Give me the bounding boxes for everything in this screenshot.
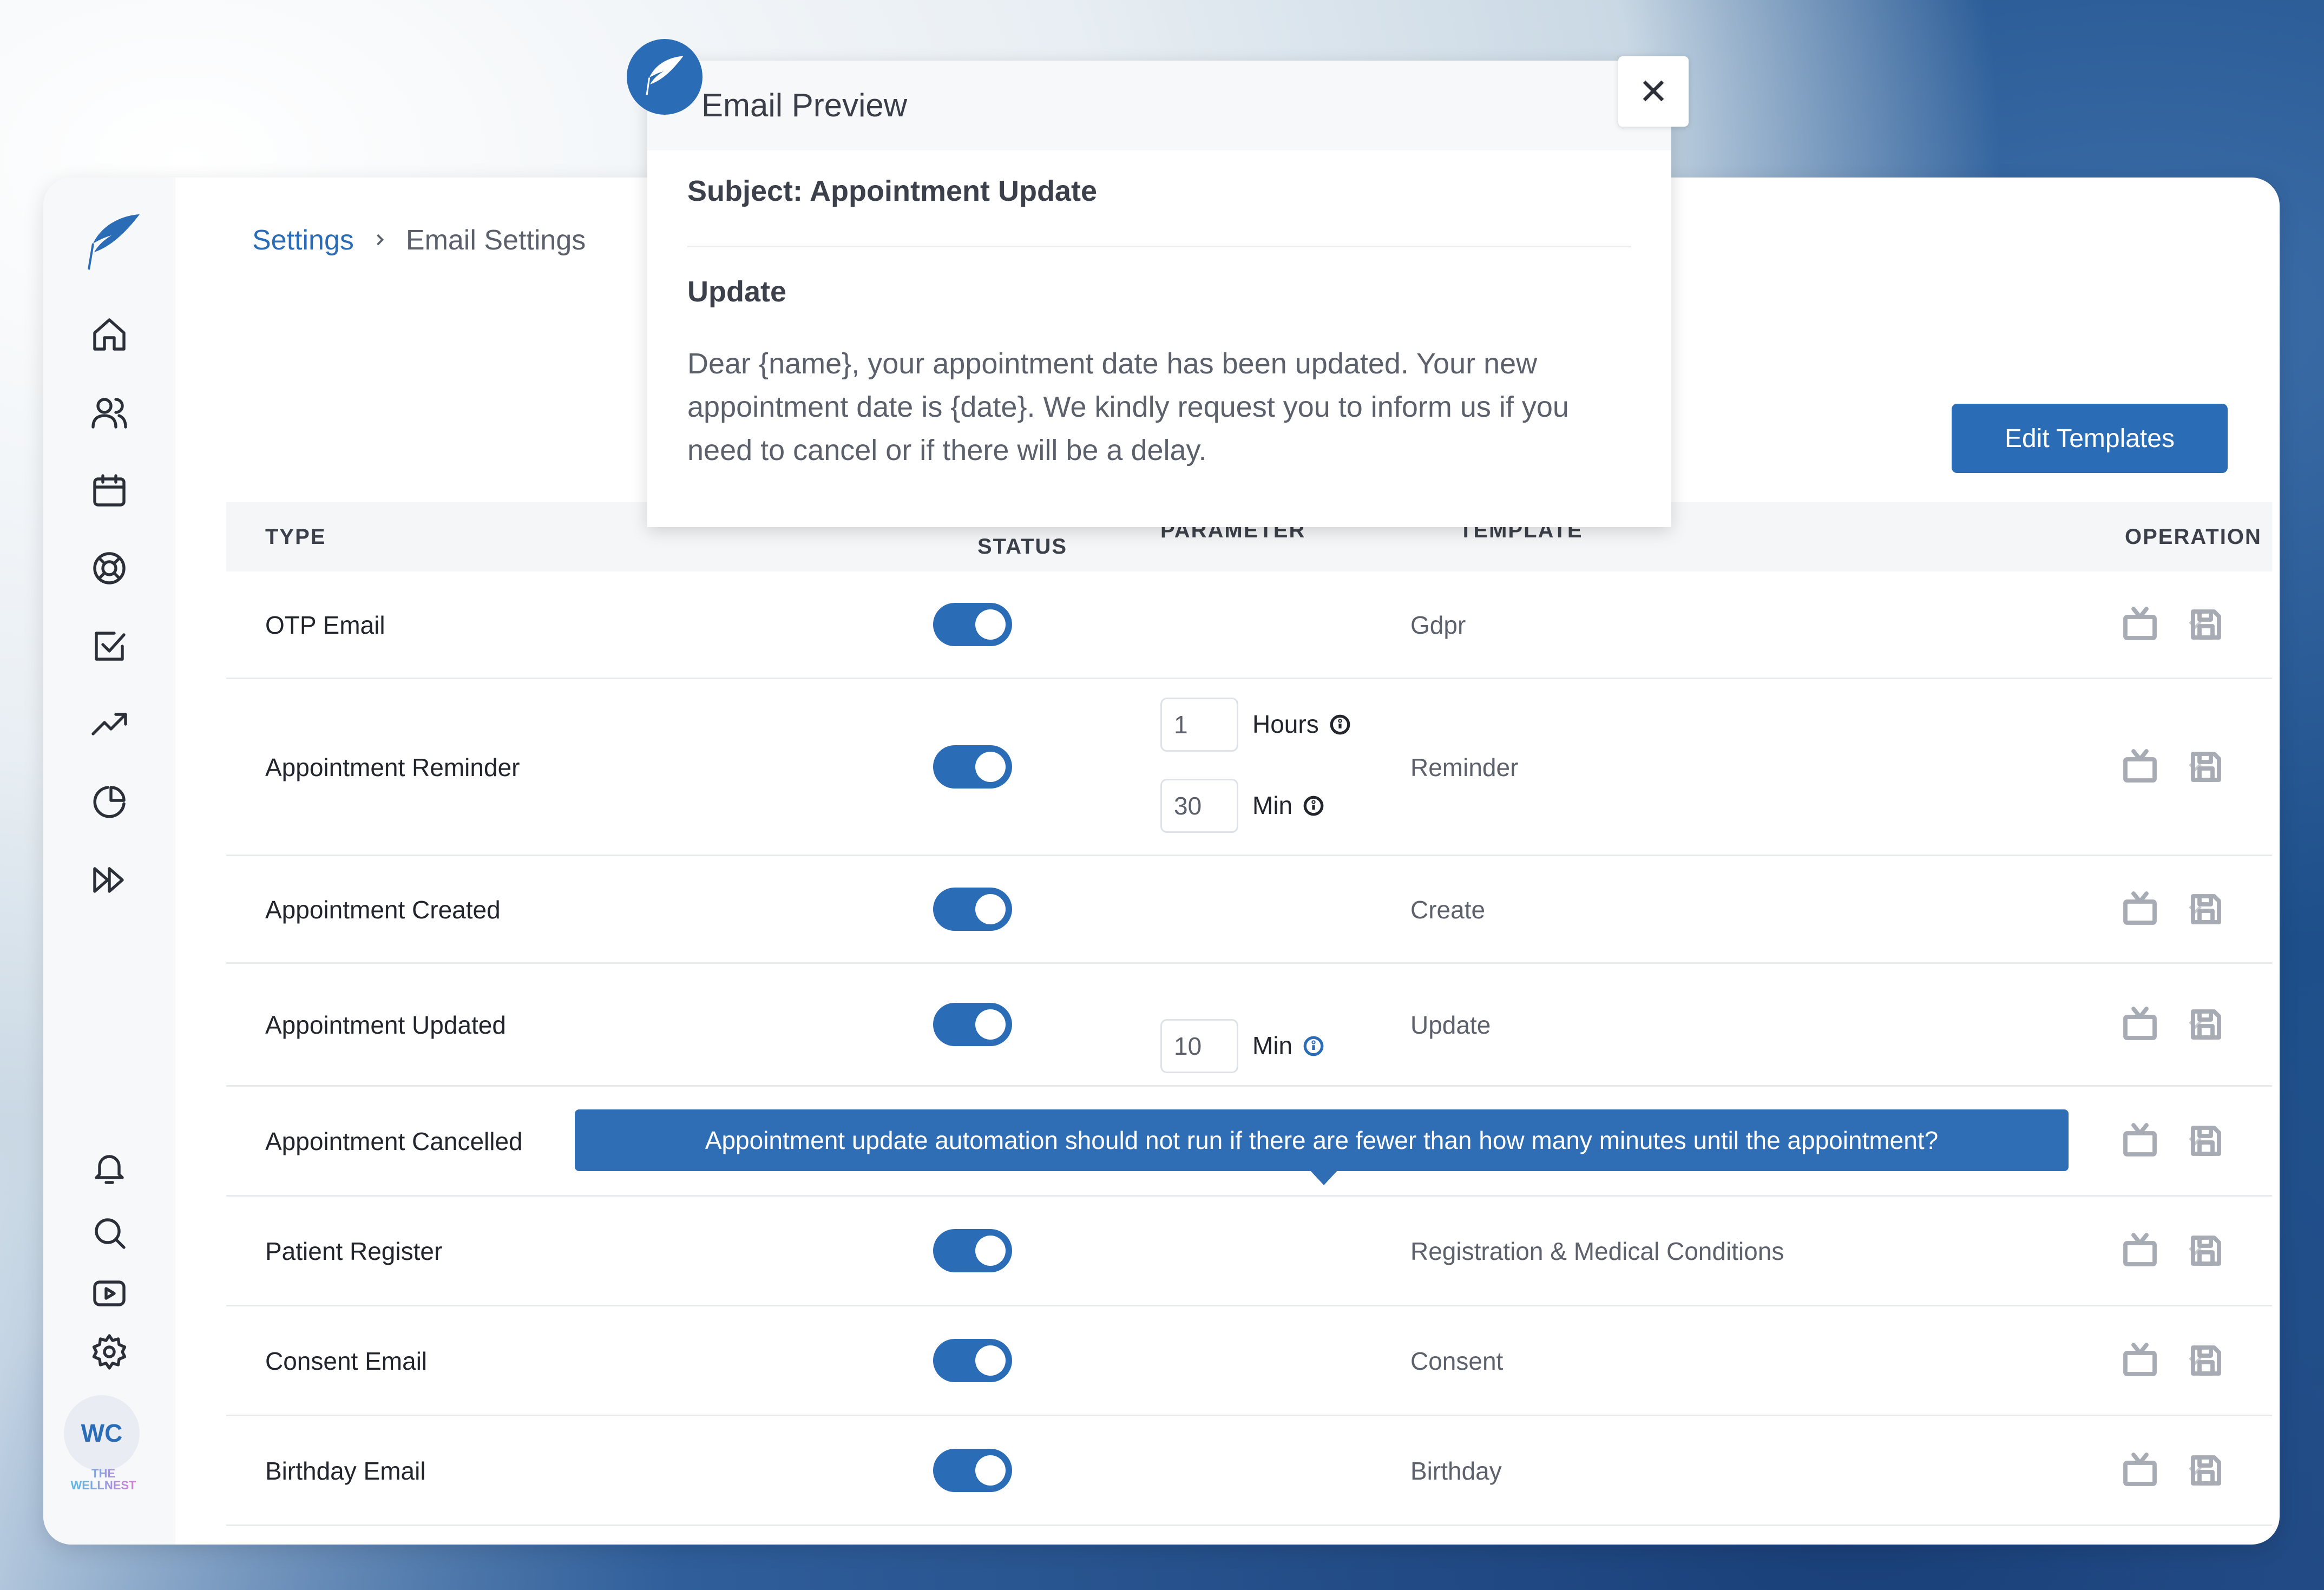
table-row: Appointment Reminder 1 Hours 30 Min Reminder <box>226 679 2272 856</box>
parameter-unit-label: Min <box>1252 1031 1293 1060</box>
email-subject: Subject: Appointment Update <box>687 175 1097 207</box>
parameter-unit: Hours <box>1252 709 1351 739</box>
preview-tv-icon[interactable] <box>2121 746 2159 785</box>
table-row: Consent Email Consent <box>226 1306 2272 1416</box>
row-type-label: Appointment Created <box>265 896 501 924</box>
table-row: Birthday Email Birthday <box>226 1416 2272 1526</box>
preview-tv-icon[interactable] <box>2121 1004 2159 1043</box>
row-type-label: Consent Email <box>265 1347 428 1375</box>
email-heading: Update <box>687 275 787 308</box>
header-operation: OPERATION <box>2125 525 2262 549</box>
preview-tv-icon[interactable] <box>2121 1230 2159 1269</box>
parameter-unit: Min <box>1252 791 1325 820</box>
header-status: STATUS <box>977 535 1068 559</box>
email-preview-modal: Email Preview Subject: Appointment Updat… <box>647 61 1671 527</box>
header-type: TYPE <box>265 525 326 549</box>
preview-tv-icon[interactable] <box>2121 1340 2159 1379</box>
save-icon[interactable] <box>2187 1121 2225 1160</box>
feather-logo-icon[interactable] <box>83 210 143 275</box>
status-toggle[interactable] <box>933 888 1012 931</box>
preview-tv-icon[interactable] <box>2121 604 2159 643</box>
template-select[interactable]: Reminder <box>1410 753 1518 782</box>
parameter-input[interactable]: 30 <box>1160 779 1238 833</box>
lifebuoy-icon[interactable] <box>77 541 142 595</box>
status-toggle[interactable] <box>933 1229 1012 1272</box>
status-toggle[interactable] <box>933 603 1012 646</box>
checkbox-icon[interactable] <box>77 619 142 673</box>
save-icon[interactable] <box>2187 1231 2225 1270</box>
preview-tv-icon[interactable] <box>2121 1120 2159 1159</box>
breadcrumb-settings-link[interactable]: Settings <box>252 224 354 257</box>
preview-tv-icon[interactable] <box>2121 889 2159 928</box>
save-icon[interactable] <box>2187 605 2225 644</box>
users-icon[interactable] <box>77 385 142 439</box>
save-icon[interactable] <box>2187 1341 2225 1380</box>
row-type-label: Appointment Reminder <box>265 753 520 781</box>
template-select[interactable]: Registration & Medical Conditions <box>1410 1237 1784 1266</box>
table-row: OTP Email Gdpr <box>226 571 2272 679</box>
breadcrumb-current: Email Settings <box>405 225 586 256</box>
parameter-input[interactable]: 10 <box>1160 1019 1238 1073</box>
home-icon[interactable] <box>77 307 142 362</box>
row-type-label: Appointment Updated <box>265 1011 506 1039</box>
status-toggle[interactable] <box>933 1449 1012 1492</box>
modal-divider <box>687 246 1631 247</box>
template-select[interactable]: Consent <box>1410 1346 1503 1376</box>
row-type-label: Appointment Cancelled <box>265 1127 523 1155</box>
table-row: Appointment Updated 10 Min Update <box>226 964 2272 1087</box>
parameter-unit-label: Hours <box>1252 710 1319 738</box>
calendar-icon[interactable] <box>77 463 142 517</box>
brand-logo: THE WELLNEST <box>57 1468 149 1492</box>
save-icon[interactable] <box>2187 1005 2225 1044</box>
brand-line-1: THE <box>91 1467 115 1480</box>
row-type-label: Patient Register <box>265 1237 443 1265</box>
row-type-label: Birthday Email <box>265 1457 426 1485</box>
email-settings-table: TYPE STATUS PARAMETER TEMPLATE OPERATION… <box>226 502 2272 1526</box>
template-select[interactable]: Birthday <box>1410 1456 1502 1486</box>
gear-icon[interactable] <box>77 1325 142 1379</box>
info-icon[interactable] <box>1302 1034 1325 1057</box>
template-select[interactable]: Update <box>1410 1010 1491 1040</box>
bell-icon[interactable] <box>77 1141 142 1195</box>
row-type-label: OTP Email <box>265 611 385 639</box>
template-select[interactable]: Gdpr <box>1410 610 1466 640</box>
close-button[interactable]: ✕ <box>1618 56 1689 127</box>
save-icon[interactable] <box>2187 1451 2225 1490</box>
breadcrumb: Settings Email Settings <box>252 224 586 257</box>
info-icon[interactable] <box>1302 794 1325 817</box>
status-toggle[interactable] <box>933 1003 1012 1046</box>
status-toggle[interactable] <box>933 1339 1012 1382</box>
video-icon[interactable] <box>77 1266 142 1320</box>
info-icon[interactable] <box>1329 713 1351 735</box>
modal-title: Email Preview <box>701 87 908 123</box>
save-icon[interactable] <box>2187 890 2225 929</box>
brand-line-2: WELLNEST <box>70 1479 136 1492</box>
parameter-input[interactable]: 1 <box>1160 698 1238 752</box>
status-toggle[interactable] <box>933 745 1012 789</box>
trending-up-icon[interactable] <box>77 697 142 751</box>
pie-chart-icon[interactable] <box>77 775 142 829</box>
parameter-unit-label: Min <box>1252 791 1293 819</box>
parameter-tooltip: Appointment update automation should not… <box>575 1109 2069 1185</box>
modal-header: Email Preview <box>647 61 1671 150</box>
parameter-unit: Min <box>1252 1031 1325 1060</box>
fast-forward-icon[interactable] <box>77 853 142 907</box>
edit-templates-button[interactable]: Edit Templates <box>1952 404 2228 473</box>
search-icon[interactable] <box>77 1206 142 1260</box>
email-body: Dear {name}, your appointment date has b… <box>687 347 1569 467</box>
table-body: OTP Email Gdpr Appointment Reminder 1 Hours 3… <box>226 571 2272 1526</box>
save-icon[interactable] <box>2187 747 2225 786</box>
avatar[interactable]: WC <box>64 1395 140 1471</box>
table-row: Patient Register Registration & Medical C… <box>226 1197 2272 1306</box>
template-select[interactable]: Create <box>1410 895 1485 924</box>
sidebar: WC THE WELLNEST <box>43 178 175 1545</box>
preview-tv-icon[interactable] <box>2121 1450 2159 1489</box>
feather-badge-icon <box>627 39 703 115</box>
chevron-right-icon <box>370 224 390 257</box>
table-row: Appointment Created Create <box>226 856 2272 964</box>
